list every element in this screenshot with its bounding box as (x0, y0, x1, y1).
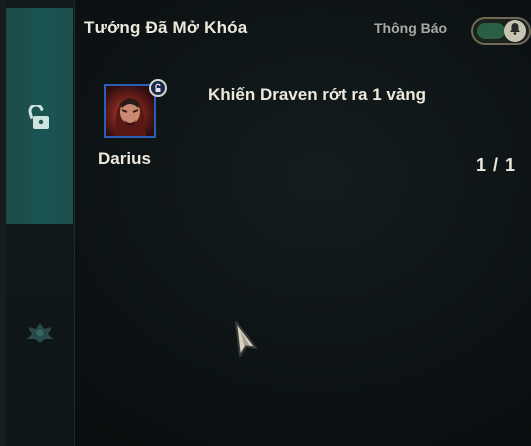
sidebar-tab-emblems[interactable] (6, 300, 73, 370)
mission-progress: 1 / 1 (476, 155, 517, 175)
sidebar-tab-unlocked-champions[interactable] (6, 8, 73, 224)
page-title: Tướng Đã Mở Khóa (84, 18, 248, 37)
champion-unlock-badge-icon (149, 79, 167, 97)
panel-background (0, 0, 531, 446)
mission-description: Khiến Draven rớt ra 1 vàng (208, 85, 427, 104)
notification-toggle[interactable] (471, 17, 531, 45)
bell-icon (509, 22, 521, 40)
toggle-knob (504, 20, 526, 42)
toggle-track (477, 23, 505, 39)
crest-icon (25, 321, 55, 350)
champion-portrait (104, 84, 156, 138)
notification-label: Thông Báo (374, 20, 448, 36)
mouse-cursor-icon (232, 320, 262, 365)
unlock-icon (28, 103, 52, 136)
mission-row: Darius Khiến Draven rớt ra 1 vàng 1 / 1 (80, 70, 531, 180)
champion-name: Darius (98, 149, 151, 168)
